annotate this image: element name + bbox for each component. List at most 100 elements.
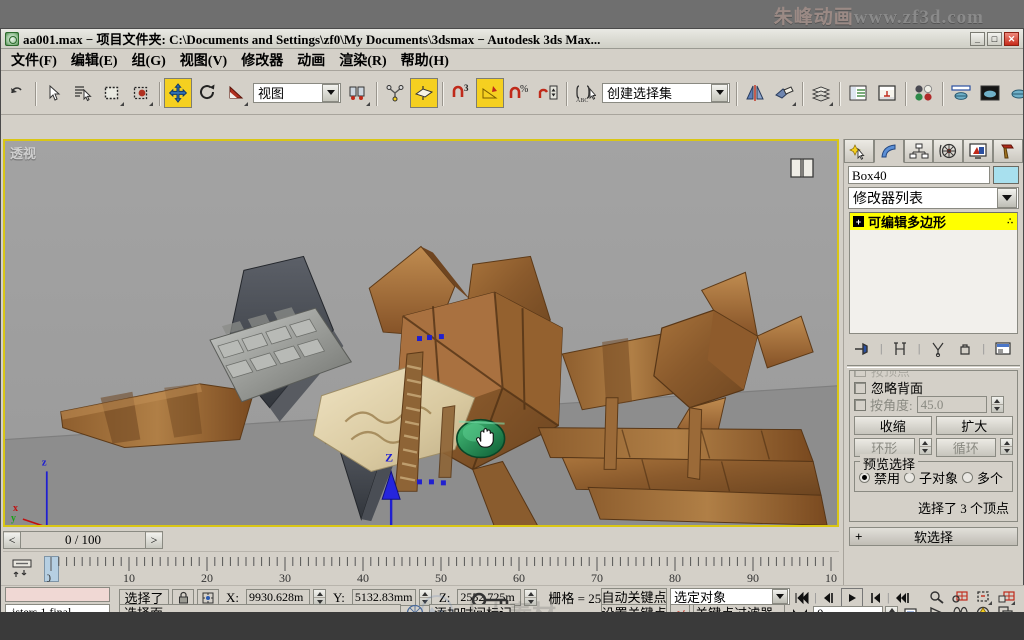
svg-text:Z: Z xyxy=(385,450,393,464)
next-frame-button[interactable]: > xyxy=(146,532,162,548)
soft-selection-rollout-header[interactable]: + 软选择 xyxy=(849,527,1018,546)
tab-motion[interactable] xyxy=(933,139,964,163)
by-angle-row[interactable]: 按角度: 45.0 xyxy=(854,396,1013,413)
timeline-ruler[interactable] xyxy=(47,555,837,585)
select-and-rotate-icon[interactable] xyxy=(193,78,221,108)
named-selection-set-combo[interactable]: 创建选择集 xyxy=(602,82,730,103)
by-vertex-checkbox[interactable] xyxy=(854,371,866,377)
select-circle-region-icon[interactable] xyxy=(127,78,155,108)
toolbar-separator xyxy=(939,80,946,106)
by-angle-value[interactable]: 45.0 xyxy=(916,396,987,413)
bind-to-space-warp-icon[interactable] xyxy=(410,77,438,108)
snaps-toggle-icon[interactable]: 3 xyxy=(447,78,475,108)
ring-spinner[interactable] xyxy=(918,438,932,455)
mirror-icon[interactable] xyxy=(741,78,769,108)
angle-snap-toggle-icon[interactable] xyxy=(476,77,504,108)
menu-file[interactable]: 文件(F) xyxy=(5,49,63,71)
preview-disabled-radio[interactable] xyxy=(859,472,870,483)
tab-display[interactable] xyxy=(963,139,994,163)
ignore-backfacing-checkbox[interactable] xyxy=(854,381,866,394)
menu-rendering[interactable]: 渲染(R) xyxy=(333,49,392,71)
layer-manager-icon[interactable] xyxy=(807,78,835,108)
svg-text:y: y xyxy=(11,513,16,524)
preview-multi-radio[interactable] xyxy=(962,472,974,483)
remove-modifier-icon[interactable] xyxy=(956,341,974,357)
chevron-down-icon[interactable] xyxy=(711,83,728,102)
viewport-book-icon[interactable] xyxy=(789,155,815,181)
shrink-button[interactable]: 收缩 xyxy=(854,416,932,435)
perspective-viewport[interactable]: Z y x z xyxy=(3,139,839,527)
configure-modifier-sets-icon[interactable] xyxy=(994,341,1014,357)
current-frame-display: 0 / 100 xyxy=(20,532,146,548)
select-and-move-icon[interactable] xyxy=(164,77,192,108)
named-selection-sets-icon[interactable]: ABC xyxy=(571,78,599,108)
menu-help[interactable]: 帮助(H) xyxy=(395,49,455,71)
object-name-input[interactable]: Box40 xyxy=(848,166,990,184)
grow-button[interactable]: 扩大 xyxy=(935,416,1013,435)
maxscript-mini-listener[interactable]: isters 1 final xyxy=(5,587,110,618)
make-unique-icon[interactable] xyxy=(929,341,947,357)
maxscript-output-pane[interactable] xyxy=(5,587,110,602)
loop-button[interactable]: 循环 xyxy=(935,438,996,457)
loop-spinner[interactable] xyxy=(1000,438,1013,455)
by-angle-spinner[interactable] xyxy=(990,396,1004,413)
select-by-name-icon[interactable] xyxy=(69,78,97,108)
by-angle-checkbox[interactable] xyxy=(854,398,866,411)
z-coordinate-spinner[interactable] xyxy=(524,589,538,606)
menu-edit[interactable]: 编辑(E) xyxy=(65,49,124,71)
time-slider[interactable]: < 0 / 100 > xyxy=(3,531,163,549)
chevron-down-icon[interactable] xyxy=(772,589,788,604)
tab-modify[interactable] xyxy=(873,139,904,163)
chevron-down-icon[interactable] xyxy=(997,188,1017,208)
menu-modifiers[interactable]: 修改器 xyxy=(235,49,289,71)
show-end-result-icon[interactable] xyxy=(891,341,909,357)
chevron-down-icon[interactable] xyxy=(322,83,339,102)
tab-create[interactable] xyxy=(844,139,874,163)
track-key-filter-icon[interactable] xyxy=(11,558,33,578)
expand-icon[interactable]: + xyxy=(855,529,862,545)
object-color-swatch[interactable] xyxy=(993,166,1019,184)
tab-hierarchy[interactable] xyxy=(903,139,934,163)
modifier-stack-list[interactable]: + 可编辑多边形 ∴ xyxy=(849,212,1018,334)
undo-button[interactable] xyxy=(3,78,31,108)
frame-slider-row: < 0 / 100 > xyxy=(3,529,839,551)
pin-stack-icon[interactable] xyxy=(853,341,871,357)
minimize-button[interactable]: _ xyxy=(970,31,985,46)
select-and-scale-icon[interactable] xyxy=(222,78,250,108)
selection-set-value: 创建选择集 xyxy=(607,86,673,101)
material-editor-icon[interactable] xyxy=(910,78,938,108)
select-object-icon[interactable] xyxy=(40,78,68,108)
rendered-frame-window-icon[interactable] xyxy=(976,78,1004,108)
modifier-stack-entry[interactable]: + 可编辑多边形 ∴ xyxy=(850,213,1017,230)
maximize-button[interactable]: □ xyxy=(987,31,1002,46)
select-and-link-icon[interactable] xyxy=(381,78,409,108)
expand-icon[interactable]: + xyxy=(853,216,864,227)
use-center-flyout-icon[interactable] xyxy=(344,78,372,108)
preview-subobject-radio[interactable] xyxy=(904,472,916,483)
viewport-3d-scene: Z y x z xyxy=(5,141,837,525)
shrink-grow-row: 收缩 扩大 xyxy=(854,416,1013,435)
track-bar[interactable]: 0102030405060708090100 xyxy=(3,551,839,585)
toolbar-separator xyxy=(563,80,570,106)
rectangular-selection-region-icon[interactable] xyxy=(98,78,126,108)
curve-editor-icon[interactable] xyxy=(844,78,872,108)
reference-coordinate-system-combo[interactable]: 视图 xyxy=(253,82,341,103)
menu-animation[interactable]: 动画 xyxy=(291,49,331,71)
quick-render-icon[interactable] xyxy=(1005,78,1023,108)
align-icon[interactable] xyxy=(770,78,798,108)
object-name-row: Box40 xyxy=(844,163,1023,186)
by-vertex-row-clipped[interactable]: 按顶点 xyxy=(854,371,1013,379)
tab-utilities[interactable] xyxy=(993,139,1023,163)
percent-snap-toggle-icon[interactable]: % xyxy=(505,78,533,108)
previous-frame-button[interactable]: < xyxy=(4,532,20,548)
selection-status-text: 选择了 3 个顶点 xyxy=(917,501,1009,516)
menu-group[interactable]: 组(G) xyxy=(126,49,172,71)
schematic-view-icon[interactable] xyxy=(873,78,901,108)
ignore-backfacing-row[interactable]: 忽略背面 xyxy=(854,379,1013,396)
close-button[interactable]: ✕ xyxy=(1004,31,1019,46)
render-setup-icon[interactable] xyxy=(947,78,975,108)
spinner-snap-toggle-icon[interactable] xyxy=(534,78,562,108)
modifier-list-combo[interactable]: 修改器列表 xyxy=(848,187,1019,209)
menu-views[interactable]: 视图(V) xyxy=(174,49,233,71)
toolbar-separator xyxy=(733,80,740,106)
